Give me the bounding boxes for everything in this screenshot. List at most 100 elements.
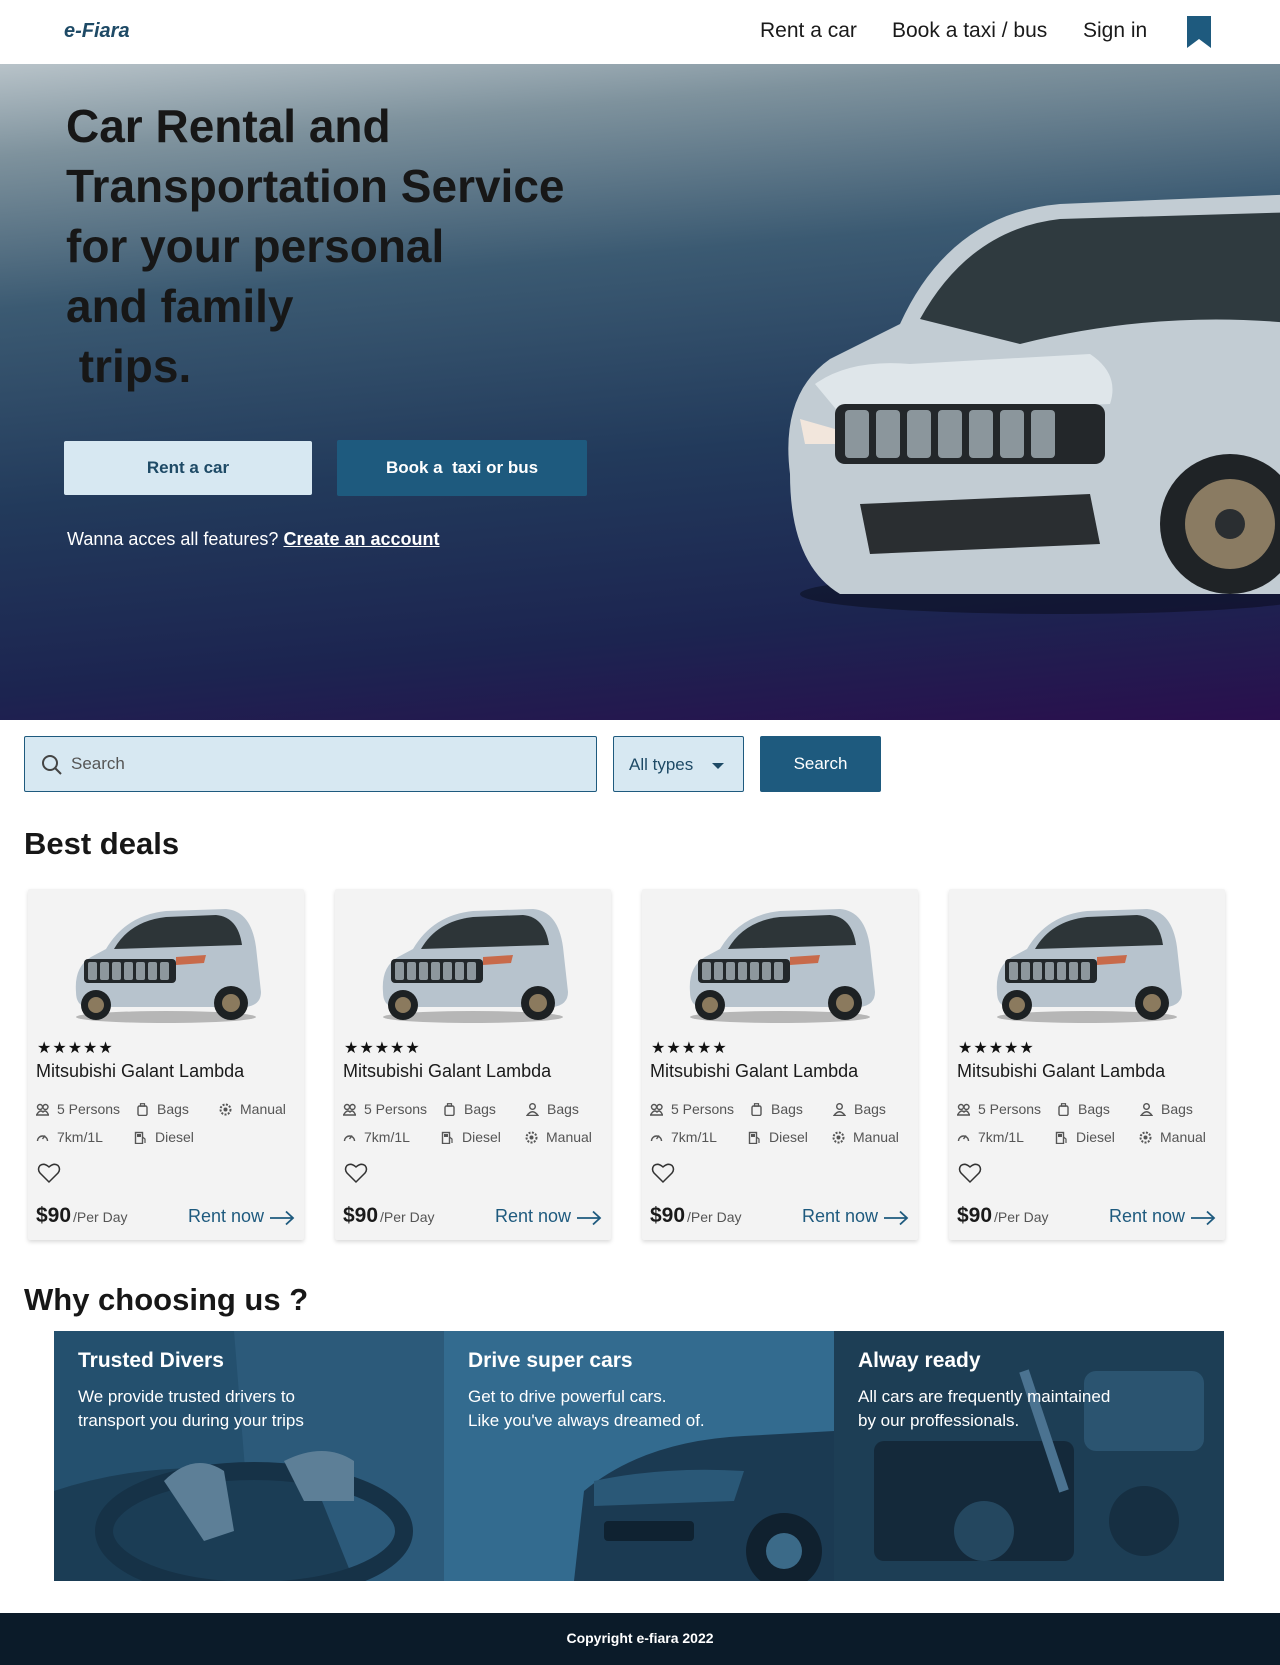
hero-car-image bbox=[788, 194, 1280, 614]
nav-link-book-taxi[interactable]: Book a taxi / bus bbox=[892, 19, 1047, 43]
car-spec-label: Bags bbox=[854, 1101, 886, 1117]
heart-icon[interactable] bbox=[958, 1162, 982, 1184]
rent-now-link[interactable]: Rent now bbox=[188, 1206, 264, 1227]
caret-down-icon bbox=[712, 763, 724, 769]
arrow-right-icon[interactable] bbox=[1190, 1210, 1216, 1226]
price-unit: /Per Day bbox=[380, 1209, 435, 1225]
search-field[interactable] bbox=[24, 736, 597, 792]
rent-now-link[interactable]: Rent now bbox=[495, 1206, 571, 1227]
hero-cta-text: Wanna acces all features? bbox=[67, 529, 279, 549]
arrow-right-icon[interactable] bbox=[576, 1210, 602, 1226]
hero-cta: Wanna acces all features? Create an acco… bbox=[67, 529, 440, 550]
rent-now-link[interactable]: Rent now bbox=[1109, 1206, 1185, 1227]
why-panel-super-cars: Drive super cars Get to drive powerful c… bbox=[444, 1331, 834, 1581]
car-name: Mitsubishi Galant Lambda bbox=[957, 1061, 1166, 1081]
deal-card[interactable]: ★★★★★ Mitsubishi Galant Lambda 5 Persons Ba… bbox=[28, 889, 304, 1240]
bookmark-icon[interactable] bbox=[1186, 15, 1212, 49]
car-spec-label: 7km/1L bbox=[671, 1129, 717, 1145]
car-spec-label: Diesel bbox=[1076, 1129, 1115, 1145]
why-heading: Trusted Divers bbox=[78, 1349, 224, 1372]
car-spec: 7km/1L bbox=[957, 1129, 1024, 1145]
person-icon bbox=[526, 1103, 539, 1116]
gear-icon bbox=[219, 1103, 232, 1116]
price: $90/Per Day bbox=[343, 1204, 435, 1228]
car-spec-label: Bags bbox=[1161, 1101, 1193, 1117]
copyright-text: Copyright e-fiara 2022 bbox=[566, 1630, 714, 1646]
nav-link-sign-in[interactable]: Sign in bbox=[1083, 19, 1147, 43]
rent-car-button[interactable]: Rent a car bbox=[64, 441, 312, 495]
speedometer-icon bbox=[957, 1135, 970, 1142]
car-spec: 7km/1L bbox=[36, 1129, 103, 1145]
deal-card[interactable]: ★★★★★ Mitsubishi Galant Lambda 5 Persons Ba… bbox=[642, 889, 918, 1240]
rating-stars: ★★★★★ bbox=[958, 1040, 1035, 1057]
why-heading: Alway ready bbox=[858, 1349, 981, 1372]
car-spec-label: Diesel bbox=[462, 1129, 501, 1145]
heart-icon[interactable] bbox=[344, 1162, 368, 1184]
car-spec-label: Bags bbox=[547, 1101, 579, 1117]
car-spec: Bags bbox=[1140, 1101, 1193, 1117]
price-value: $90 bbox=[36, 1204, 72, 1227]
car-spec: Bags bbox=[833, 1101, 886, 1117]
search-button[interactable]: Search bbox=[760, 736, 881, 792]
car-spec-label: 7km/1L bbox=[57, 1129, 103, 1145]
car-spec-label: Manual bbox=[1160, 1129, 1206, 1145]
car-spec: Diesel bbox=[748, 1129, 808, 1145]
price-value: $90 bbox=[343, 1204, 379, 1227]
book-taxi-button[interactable]: Book a taxi or bus bbox=[337, 440, 587, 496]
car-image bbox=[996, 909, 1182, 1023]
why-text: All cars are frequently maintained by ou… bbox=[858, 1387, 1111, 1430]
car-spec-label: 5 Persons bbox=[978, 1101, 1042, 1117]
top-nav: e-Fiara Rent a car Book a taxi / bus Sig… bbox=[0, 0, 1280, 64]
car-spec-label: Bags bbox=[1078, 1101, 1110, 1117]
hero-title: Car Rental and Transportation Service fo… bbox=[66, 96, 586, 396]
car-spec: Manual bbox=[1139, 1129, 1206, 1145]
car-spec: 5 Persons bbox=[343, 1101, 427, 1117]
car-spec: Diesel bbox=[134, 1129, 194, 1145]
price: $90/Per Day bbox=[957, 1204, 1049, 1228]
arrow-right-icon[interactable] bbox=[269, 1210, 295, 1226]
deal-card[interactable]: ★★★★★ Mitsubishi Galant Lambda 5 Persons Ba… bbox=[949, 889, 1225, 1240]
heart-icon[interactable] bbox=[651, 1162, 675, 1184]
bag-icon bbox=[137, 1103, 148, 1116]
heart-icon[interactable] bbox=[37, 1162, 61, 1184]
speedometer-icon bbox=[650, 1135, 663, 1142]
speedometer-icon bbox=[36, 1135, 49, 1142]
car-spec: 7km/1L bbox=[343, 1129, 410, 1145]
car-image bbox=[689, 909, 875, 1023]
car-spec: Bags bbox=[750, 1101, 803, 1117]
car-spec: Manual bbox=[525, 1129, 592, 1145]
car-spec-label: 5 Persons bbox=[364, 1101, 428, 1117]
deal-card[interactable]: ★★★★★ Mitsubishi Galant Lambda 5 Persons Ba… bbox=[335, 889, 611, 1240]
car-name: Mitsubishi Galant Lambda bbox=[650, 1061, 859, 1081]
car-spec: 5 Persons bbox=[36, 1101, 120, 1117]
footer: Copyright e-fiara 2022 bbox=[0, 1613, 1280, 1665]
type-select[interactable]: All types bbox=[613, 736, 744, 792]
car-spec: Manual bbox=[832, 1129, 899, 1145]
people-icon bbox=[650, 1103, 663, 1116]
person-icon bbox=[833, 1103, 846, 1116]
rent-now-link[interactable]: Rent now bbox=[802, 1206, 878, 1227]
why-text: We provide trusted drivers to transport … bbox=[78, 1387, 304, 1430]
car-spec-label: Manual bbox=[240, 1101, 286, 1117]
hero-title-line: and family bbox=[66, 280, 294, 332]
car-spec: Diesel bbox=[441, 1129, 501, 1145]
hero-title-line: Transportation Service bbox=[66, 160, 565, 212]
price-value: $90 bbox=[650, 1204, 686, 1227]
car-spec: Diesel bbox=[1055, 1129, 1115, 1145]
search-input[interactable] bbox=[71, 737, 586, 791]
nav-link-rent-car[interactable]: Rent a car bbox=[760, 19, 857, 43]
logo[interactable]: e-Fiara bbox=[64, 20, 130, 43]
car-spec-label: Diesel bbox=[155, 1129, 194, 1145]
car-spec-label: 7km/1L bbox=[978, 1129, 1024, 1145]
car-spec: 7km/1L bbox=[650, 1129, 717, 1145]
car-image bbox=[382, 909, 568, 1023]
create-account-link[interactable]: Create an account bbox=[283, 529, 439, 549]
car-spec: 5 Persons bbox=[957, 1101, 1041, 1117]
price-unit: /Per Day bbox=[994, 1209, 1049, 1225]
car-spec-label: 5 Persons bbox=[57, 1101, 121, 1117]
price-unit: /Per Day bbox=[687, 1209, 742, 1225]
car-spec-label: Manual bbox=[546, 1129, 592, 1145]
arrow-right-icon[interactable] bbox=[883, 1210, 909, 1226]
car-spec-label: Diesel bbox=[769, 1129, 808, 1145]
hero-title-line: trips. bbox=[66, 340, 192, 392]
